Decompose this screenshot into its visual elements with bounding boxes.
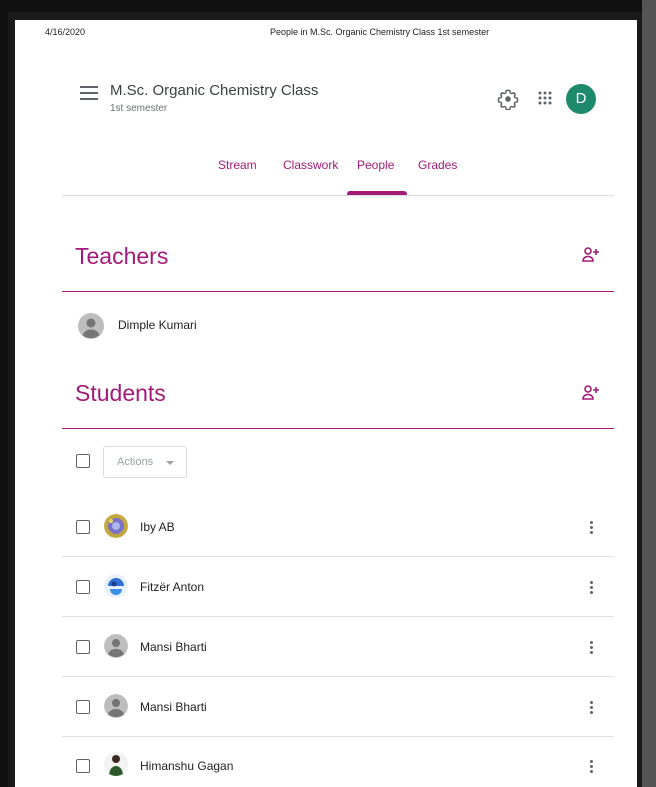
teacher-avatar xyxy=(78,313,104,339)
print-date: 4/16/2020 xyxy=(45,27,86,37)
students-divider xyxy=(62,428,614,429)
apps-grid-icon[interactable] xyxy=(537,90,553,106)
class-title[interactable]: M.Sc. Organic Chemistry Class xyxy=(110,82,318,99)
settings-gear-icon[interactable] xyxy=(497,88,519,110)
window-frame-left xyxy=(0,0,8,787)
actions-label: Actions xyxy=(117,456,154,468)
row-divider xyxy=(62,616,614,617)
student-checkbox[interactable] xyxy=(76,580,90,594)
teachers-heading: Teachers xyxy=(75,243,169,269)
student-avatar xyxy=(104,634,128,658)
dropdown-arrow-icon xyxy=(166,461,174,465)
student-checkbox[interactable] xyxy=(76,640,90,654)
teacher-name: Dimple Kumari xyxy=(118,318,197,332)
more-options-icon[interactable] xyxy=(588,701,594,717)
student-avatar xyxy=(104,574,128,598)
actions-dropdown[interactable]: Actions xyxy=(103,446,187,478)
window-frame-top xyxy=(0,0,656,12)
window-frame-right xyxy=(642,0,656,787)
teachers-divider xyxy=(62,291,614,292)
student-avatar xyxy=(104,514,128,538)
student-name: Fitzër Anton xyxy=(140,580,205,594)
more-options-icon[interactable] xyxy=(588,641,594,657)
invite-teacher-icon[interactable] xyxy=(582,246,600,262)
row-divider xyxy=(62,736,614,737)
menu-icon[interactable] xyxy=(80,86,98,100)
class-section: 1st semester xyxy=(110,103,168,114)
row-divider xyxy=(62,556,614,557)
row-divider xyxy=(62,676,614,677)
select-all-checkbox[interactable] xyxy=(76,454,90,468)
tab-classwork[interactable]: Classwork xyxy=(283,158,338,172)
print-page-title: People in M.Sc. Organic Chemistry Class … xyxy=(270,27,490,37)
student-avatar xyxy=(104,694,128,718)
more-options-icon[interactable] xyxy=(588,581,594,597)
students-heading: Students xyxy=(75,380,166,406)
student-name: Himanshu Gagan xyxy=(140,759,234,773)
tab-stream[interactable]: Stream xyxy=(218,158,257,172)
student-name: Iby AB xyxy=(140,520,175,534)
student-avatar xyxy=(104,752,128,776)
student-checkbox[interactable] xyxy=(76,520,90,534)
tab-people[interactable]: People xyxy=(357,158,394,172)
invite-student-icon[interactable] xyxy=(582,384,600,400)
tab-bar-divider xyxy=(62,195,614,196)
more-options-icon[interactable] xyxy=(588,760,594,776)
account-avatar[interactable]: D xyxy=(566,84,596,114)
tab-grades[interactable]: Grades xyxy=(418,158,457,172)
more-options-icon[interactable] xyxy=(588,521,594,537)
student-checkbox[interactable] xyxy=(76,759,90,773)
student-name: Mansi Bharti xyxy=(140,640,207,654)
student-checkbox[interactable] xyxy=(76,700,90,714)
student-name: Mansi Bharti xyxy=(140,700,207,714)
